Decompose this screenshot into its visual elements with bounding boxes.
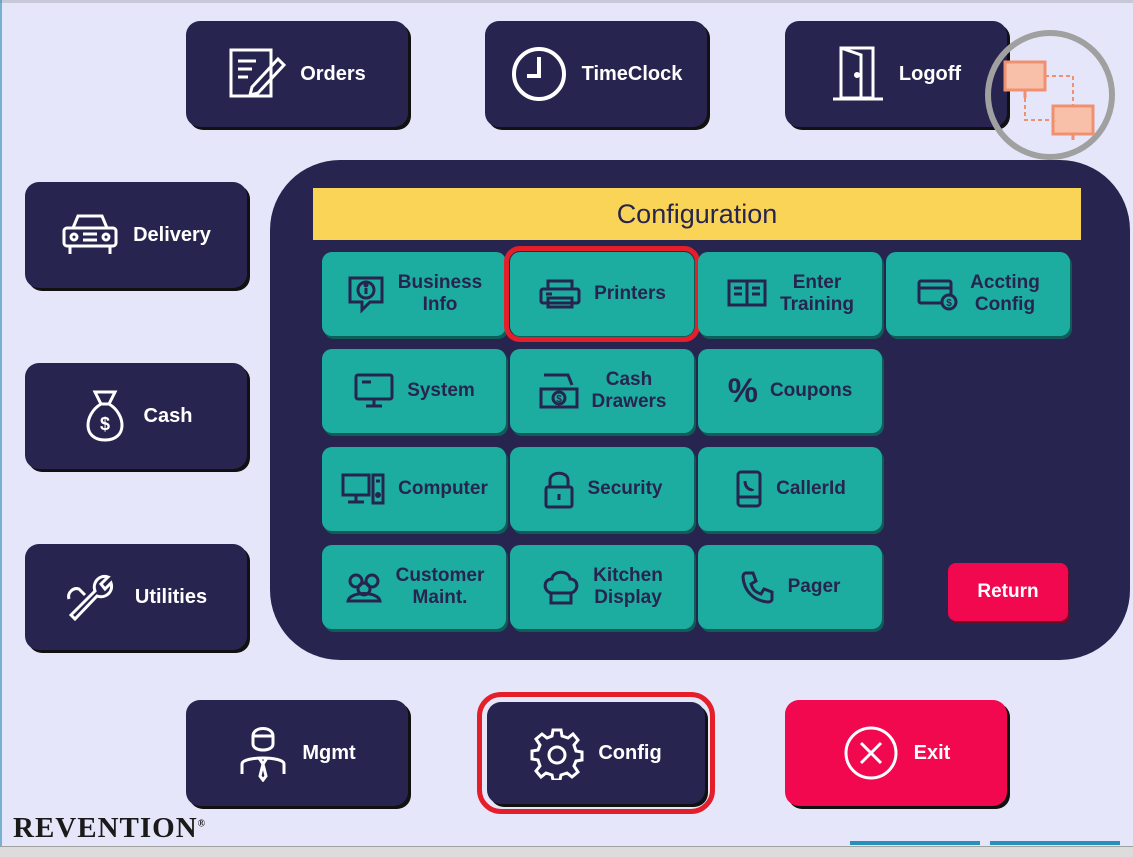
- tile-accting-config-line1: Accting: [970, 272, 1040, 293]
- tile-computer[interactable]: Computer: [322, 447, 506, 531]
- tile-cash-drawers[interactable]: $ Cash Drawers: [510, 349, 694, 433]
- tile-callerid[interactable]: CallerId: [698, 447, 882, 531]
- tile-pager[interactable]: Pager: [698, 545, 882, 629]
- tile-enter-training[interactable]: Enter Training: [698, 252, 882, 336]
- delivery-label: Delivery: [133, 223, 211, 246]
- delivery-button[interactable]: Delivery: [25, 182, 247, 288]
- info-icon: [346, 274, 386, 314]
- cash-button[interactable]: $ Cash: [25, 363, 247, 469]
- manager-icon: [238, 724, 288, 782]
- tile-coupons[interactable]: % Coupons: [698, 349, 882, 433]
- tile-customer-maint-line2: Maint.: [412, 587, 468, 608]
- tile-cash-drawers-line2: Drawers: [591, 391, 667, 412]
- tile-enter-training-line1: Enter: [792, 272, 842, 293]
- orders-button[interactable]: Orders: [186, 21, 408, 127]
- tile-kitchen-display[interactable]: Kitchen Display: [510, 545, 694, 629]
- window-top-strip: [0, 0, 1133, 3]
- orders-label: Orders: [300, 62, 366, 85]
- config-button[interactable]: Config: [477, 692, 715, 814]
- mgmt-label: Mgmt: [302, 741, 356, 764]
- tile-printers[interactable]: Printers: [504, 246, 700, 342]
- mobile-phone-icon: [734, 469, 764, 509]
- book-icon: [726, 277, 768, 311]
- tile-kitchen-display-line2: Display: [594, 587, 662, 608]
- tile-business-info[interactable]: Business Info: [322, 252, 506, 336]
- door-icon: [831, 45, 885, 103]
- tile-business-info-line2: Info: [422, 294, 458, 315]
- gear-icon: [530, 726, 584, 780]
- network-status-icon: [983, 28, 1117, 162]
- return-button[interactable]: Return: [948, 563, 1068, 621]
- tile-system-label: System: [407, 380, 475, 401]
- utilities-label: Utilities: [134, 585, 208, 608]
- timeclock-label: TimeClock: [581, 62, 683, 85]
- clock-icon: [510, 45, 568, 103]
- tile-security-label: Security: [587, 478, 663, 499]
- car-icon: [61, 212, 119, 258]
- tile-system[interactable]: System: [322, 349, 506, 433]
- configuration-title: Configuration: [313, 188, 1081, 240]
- phone-icon: [740, 569, 776, 605]
- percent-icon: %: [727, 371, 758, 410]
- wrench-icon: [65, 569, 121, 625]
- exit-button[interactable]: Exit: [785, 700, 1007, 806]
- svg-text:$: $: [556, 394, 562, 405]
- tile-enter-training-line2: Training: [780, 294, 854, 315]
- computer-icon: [340, 471, 386, 507]
- printer-icon: [538, 278, 582, 310]
- logoff-button[interactable]: Logoff: [785, 21, 1007, 127]
- cash-label: Cash: [143, 404, 193, 427]
- tile-computer-label: Computer: [398, 478, 488, 499]
- customers-icon: [344, 569, 384, 605]
- logoff-label: Logoff: [898, 62, 962, 85]
- brand-logo: REVENTION®: [13, 812, 206, 845]
- timeclock-button[interactable]: TimeClock: [485, 21, 707, 127]
- tile-pager-label: Pager: [787, 576, 841, 597]
- brand-logo-registered: ®: [197, 818, 207, 830]
- brand-logo-text: REVENTION: [13, 812, 198, 844]
- tile-accting-config-line2: Config: [974, 294, 1036, 315]
- config-label: Config: [598, 741, 662, 764]
- tile-cash-drawers-line1: Cash: [605, 369, 653, 390]
- utilities-button[interactable]: Utilities: [25, 544, 247, 650]
- edit-document-icon: [228, 47, 287, 101]
- tile-printers-label: Printers: [594, 283, 666, 304]
- tile-customer-maint-line1: Customer: [395, 565, 485, 586]
- chef-hat-icon: [541, 567, 581, 607]
- window-left-edge: [0, 0, 2, 856]
- monitor-icon: [353, 372, 395, 410]
- svg-text:$: $: [100, 414, 110, 434]
- tile-customer-maint[interactable]: Customer Maint.: [322, 545, 506, 629]
- cash-drawer-icon: $: [538, 371, 580, 411]
- close-circle-icon: [842, 724, 900, 782]
- exit-label: Exit: [913, 741, 951, 764]
- tile-kitchen-display-line1: Kitchen: [593, 565, 663, 586]
- tile-security[interactable]: Security: [510, 447, 694, 531]
- money-bag-icon: $: [80, 388, 130, 444]
- tile-business-info-line1: Business: [397, 272, 483, 293]
- tile-callerid-label: CallerId: [776, 478, 846, 499]
- tile-accting-config[interactable]: $ Accting Config: [886, 252, 1070, 336]
- credit-card-icon: $: [916, 277, 958, 311]
- svg-text:$: $: [946, 298, 952, 309]
- lock-icon: [542, 469, 576, 509]
- mgmt-button[interactable]: Mgmt: [186, 700, 408, 806]
- taskbar-edge: [0, 841, 1133, 857]
- tile-coupons-label: Coupons: [769, 380, 853, 401]
